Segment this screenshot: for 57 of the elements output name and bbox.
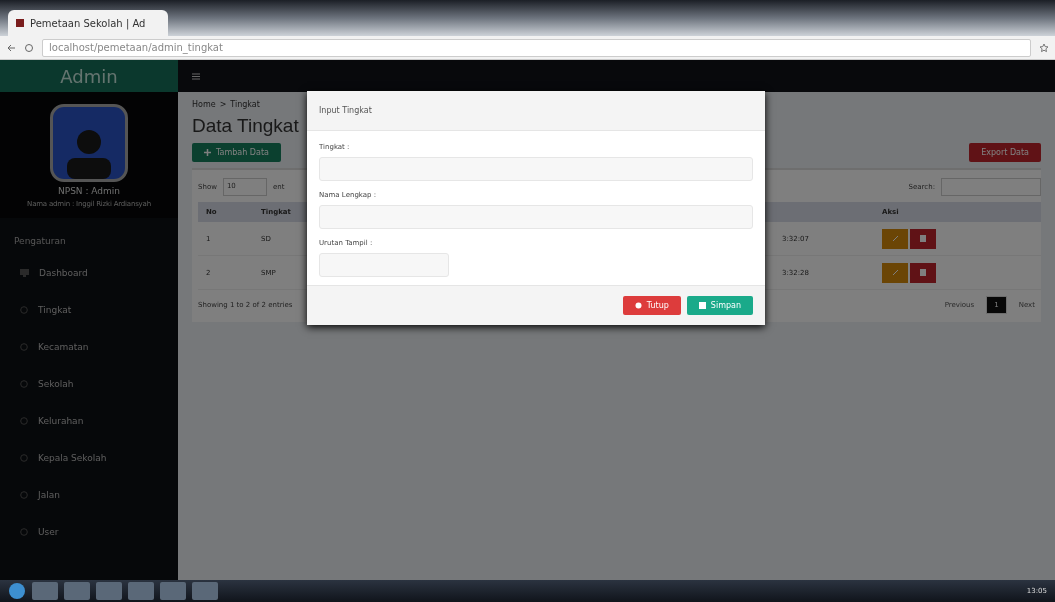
edit-button[interactable] bbox=[882, 228, 908, 249]
taskbar-app-icon[interactable] bbox=[32, 582, 58, 600]
start-icon[interactable] bbox=[8, 582, 26, 600]
pencil-icon bbox=[891, 235, 899, 242]
delete-button[interactable] bbox=[910, 262, 936, 283]
dialog-title: Input Tingkat bbox=[319, 106, 372, 115]
circle-icon bbox=[20, 342, 28, 351]
circle-icon bbox=[20, 416, 28, 425]
sidebar-item[interactable]: User bbox=[0, 513, 178, 550]
sidebar-item[interactable]: Sekolah bbox=[0, 365, 178, 402]
user-name: NPSN : Admin bbox=[57, 186, 120, 196]
taskbar-app-icon[interactable] bbox=[96, 582, 122, 600]
circle-icon bbox=[20, 490, 28, 499]
sidebar-item[interactable]: Tingkat bbox=[0, 291, 178, 328]
breadcrumb-item: > bbox=[219, 100, 227, 109]
star-icon[interactable] bbox=[1039, 42, 1049, 53]
delete-button[interactable] bbox=[910, 228, 936, 249]
sidebar-item[interactable]: Kepala Sekolah bbox=[0, 439, 178, 476]
save-button[interactable]: Simpan bbox=[686, 296, 753, 315]
address-bar[interactable]: localhost/pemetaan/admin_tingkat bbox=[42, 38, 1031, 57]
sidebar-section-title: Pengaturan bbox=[13, 235, 67, 248]
monitor-icon bbox=[20, 268, 29, 277]
close-circle-icon bbox=[634, 302, 642, 309]
taskbar-app-icon[interactable] bbox=[160, 582, 186, 600]
taskbar-app-icon[interactable] bbox=[128, 582, 154, 600]
circle-icon bbox=[20, 453, 28, 462]
breadcrumb-item: Tingkat bbox=[230, 100, 260, 109]
back-icon[interactable] bbox=[6, 42, 16, 53]
input-field[interactable] bbox=[319, 253, 449, 277]
taskbar-app-icon[interactable] bbox=[64, 582, 90, 600]
browser-tab[interactable]: Pemetaan Sekolah | Ad bbox=[8, 10, 168, 36]
export-data-button[interactable]: Export Data bbox=[969, 143, 1041, 162]
menu-icon[interactable] bbox=[192, 72, 200, 80]
sidebar-item[interactable]: Kelurahan bbox=[0, 402, 178, 439]
input-field[interactable] bbox=[319, 157, 753, 181]
plus-icon bbox=[204, 149, 211, 156]
edit-button[interactable] bbox=[882, 262, 908, 283]
trash-icon bbox=[920, 235, 926, 242]
pencil-icon bbox=[891, 269, 899, 276]
sidebar-item[interactable]: Jalan bbox=[0, 476, 178, 513]
save-icon bbox=[698, 302, 706, 309]
page-title: Data Tingkat bbox=[192, 115, 300, 137]
circle-icon bbox=[20, 379, 28, 388]
circle-icon bbox=[20, 527, 28, 536]
breadcrumb-item[interactable]: Home bbox=[192, 100, 216, 109]
close-button[interactable]: Tutup bbox=[622, 296, 681, 315]
input-field[interactable] bbox=[319, 205, 753, 229]
brand-title: Admin bbox=[0, 60, 178, 92]
sidebar-item[interactable]: Kecamatan bbox=[0, 328, 178, 365]
search-field[interactable] bbox=[941, 178, 1041, 196]
taskbar-app-icon[interactable] bbox=[192, 582, 218, 600]
reload-icon[interactable] bbox=[24, 42, 34, 53]
circle-icon bbox=[20, 305, 28, 314]
add-data-button[interactable]: Tambah Data bbox=[192, 143, 281, 162]
sidebar-item[interactable]: Dashboard bbox=[0, 254, 178, 291]
trash-icon bbox=[920, 269, 926, 276]
favicon-icon bbox=[16, 19, 24, 27]
